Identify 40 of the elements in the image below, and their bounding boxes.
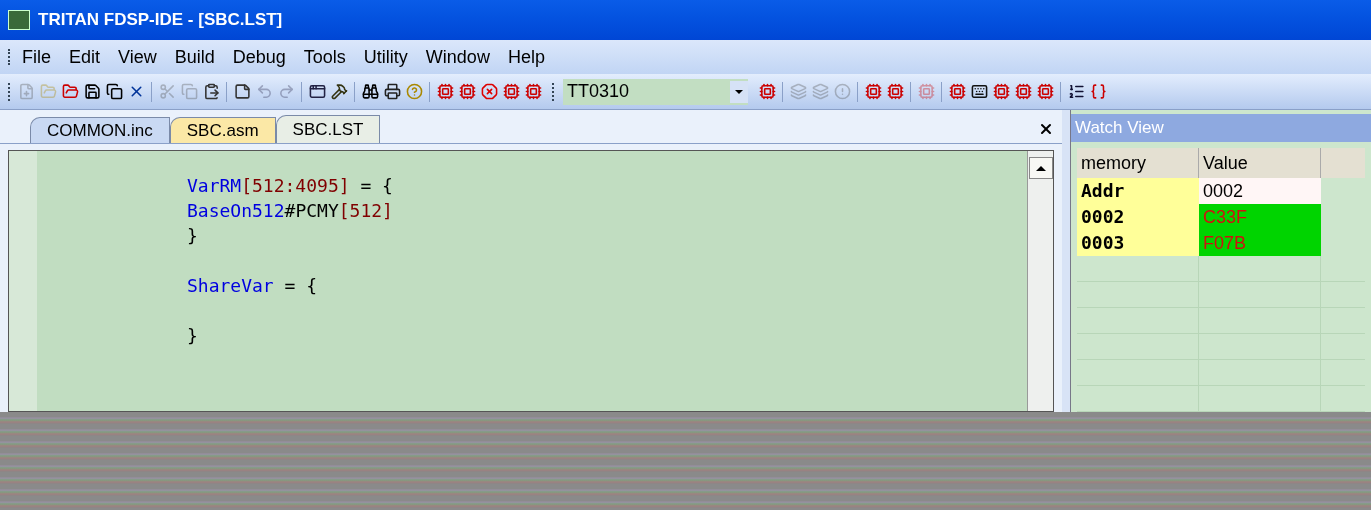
menu-item[interactable]: File	[15, 43, 58, 71]
code-token: = {	[283, 274, 318, 298]
panel-header: Watch View	[1071, 114, 1371, 142]
grip-icon	[8, 82, 11, 101]
caret-icon	[730, 80, 748, 103]
table-cell: Addr	[1077, 178, 1199, 204]
window-title: TRITAN FDSP-IDE - [SBC.LST]	[38, 9, 283, 32]
table-cell: F07B	[1199, 230, 1321, 256]
table-cell: C33F	[1199, 204, 1321, 230]
menu-item[interactable]: Debug	[225, 43, 293, 71]
code-token: #PCMY	[284, 199, 339, 223]
scroll-up-icon[interactable]	[1028, 157, 1053, 179]
grip-icon	[8, 49, 11, 65]
scrollbar[interactable]	[1027, 151, 1053, 411]
menu-item[interactable]: Tools	[296, 43, 353, 71]
close-icon[interactable]	[1038, 121, 1054, 137]
code-token: [512]	[338, 199, 393, 223]
file-tab[interactable]: SBC.LST	[275, 115, 381, 143]
grip-icon	[552, 82, 555, 101]
code-token: ShareVar	[187, 274, 274, 298]
project-dropdown[interactable]: TT0310	[563, 78, 748, 105]
code-token: }	[187, 324, 198, 348]
menu-item[interactable]: View	[111, 43, 164, 71]
code-token: BaseOn512	[187, 199, 285, 223]
code-token: VarRM	[187, 174, 242, 198]
menu-item[interactable]: Help	[500, 43, 552, 71]
code-token: }	[187, 224, 198, 248]
table-cell: 0002	[1077, 204, 1199, 230]
table-cell: 0002	[1199, 178, 1321, 204]
app-icon	[8, 10, 30, 30]
menu-item[interactable]: Build	[167, 43, 222, 71]
menu-item[interactable]: Utility	[356, 43, 415, 71]
file-tab[interactable]: COMMON.inc	[30, 117, 170, 143]
file-tab[interactable]: SBC.asm	[169, 117, 276, 143]
code-token: [512:4095]	[241, 174, 350, 198]
menu-item[interactable]: Edit	[62, 43, 108, 71]
menu-item[interactable]: Window	[418, 43, 497, 71]
table-cell: 0003	[1077, 230, 1199, 256]
code-token: = {	[359, 174, 393, 198]
code-editor[interactable]: VarRM[512:4095] = { BaseOn512#PCMY[512] } ShareVar = { }	[8, 150, 1054, 412]
